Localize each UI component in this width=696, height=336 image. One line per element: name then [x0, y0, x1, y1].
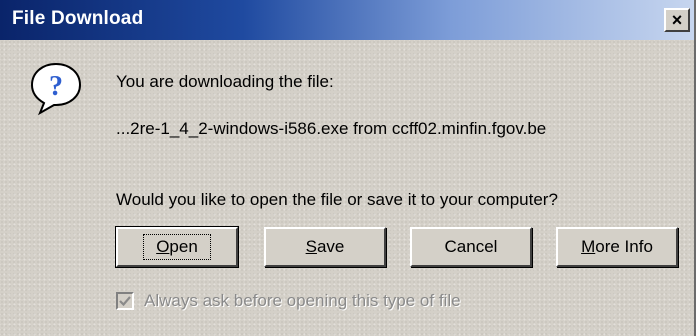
file-download-dialog: File Download × ? You are downloading th… [0, 0, 696, 336]
open-accel: O [156, 237, 170, 256]
always-ask-label: Always ask before opening this type of f… [144, 291, 461, 310]
download-message: You are downloading the file: [116, 72, 334, 91]
open-button[interactable]: Open [115, 226, 239, 268]
close-button[interactable]: × [664, 8, 690, 32]
more-info-label: ore Info [595, 237, 653, 256]
close-icon: × [671, 10, 683, 30]
question-text: Would you like to open the file or save … [116, 190, 558, 209]
save-label: ave [316, 237, 345, 256]
cancel-label: Cancel [444, 237, 498, 256]
always-ask-option[interactable]: Always ask before opening this type of f… [116, 290, 461, 312]
cancel-button[interactable]: Cancel [410, 227, 532, 267]
title-bar[interactable]: File Download × [0, 0, 694, 40]
always-ask-checkbox[interactable] [116, 292, 134, 310]
open-label: pen [169, 237, 198, 256]
checkmark-icon [119, 296, 131, 307]
more-info-button[interactable]: More Info [556, 227, 678, 267]
save-button[interactable]: Save [264, 227, 386, 267]
window-title: File Download [12, 8, 144, 29]
svg-text:?: ? [49, 71, 63, 102]
more-info-accel: M [581, 237, 596, 256]
question-icon: ? [30, 62, 82, 116]
file-name: ...2re-1_4_2-windows-i586.exe from ccff0… [116, 119, 547, 138]
save-accel: S [305, 237, 317, 256]
